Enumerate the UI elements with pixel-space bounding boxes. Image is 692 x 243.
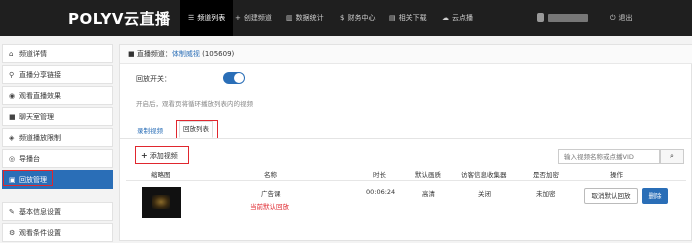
channel-id: (105609) xyxy=(202,50,235,58)
table-row: 广告课 当前默认回放 00:06:24 高清 关闭 未加密 取消默认回放 删除 xyxy=(126,182,686,226)
wrench-icon: ✎ xyxy=(9,208,15,216)
nav-create-channel[interactable]: + 创建频道 xyxy=(235,0,272,36)
nav-finance[interactable]: $ 财务中心 xyxy=(340,0,375,36)
nav-channel-list[interactable]: ☰ 频道列表 xyxy=(180,0,234,36)
sidebar-item-director[interactable]: ◎ 导播台 xyxy=(2,149,113,168)
video-name: 广告课 xyxy=(261,190,281,198)
bar-chart-icon: ▥ xyxy=(286,14,293,22)
cancel-default-playback-button[interactable]: 取消默认回放 xyxy=(584,188,638,204)
power-icon: ⏻ xyxy=(610,14,616,22)
sidebar-item-chatroom[interactable]: ■ 聊天室管理 xyxy=(2,107,113,126)
cloud-icon: ☁ xyxy=(442,14,449,22)
sidebar-item-watch-effect[interactable]: ◉ 观看直播效果 xyxy=(2,86,113,105)
main-panel: ■ 直播频道：体制威视 (105609) 回放开关： 开启后，观看页将循环播放列… xyxy=(119,44,692,241)
link-icon: ⚲ xyxy=(9,71,15,79)
sidebar-item-watch-conditions[interactable]: ⚙ 观看条件设置 xyxy=(2,223,113,242)
user-name-redacted[interactable] xyxy=(548,14,588,22)
nav-downloads[interactable]: ▤ 相关下载 xyxy=(389,0,427,36)
default-playback-tag: 当前默认回放 xyxy=(250,203,289,211)
sidebar-item-play-limit[interactable]: ◈ 频道播放限制 xyxy=(2,128,113,147)
add-video-button[interactable]: + 添加视频 xyxy=(141,151,178,161)
tab-divider xyxy=(120,138,692,139)
video-duration: 00:06:24 xyxy=(366,188,396,196)
search-input[interactable] xyxy=(558,149,660,164)
video-icon: ■ xyxy=(128,50,135,58)
broadcast-icon: ◎ xyxy=(9,155,16,163)
playback-toggle[interactable] xyxy=(223,72,245,84)
encryption-status: 未加密 xyxy=(536,190,556,198)
table-header: 缩略图 名称 时长 默认画质 访客信息收集器 是否加密 操作 xyxy=(126,166,686,181)
col-name: 名称 xyxy=(264,171,277,179)
sidebar-item-playback[interactable]: ▣ 回放管理 xyxy=(2,170,113,189)
video-thumbnail[interactable] xyxy=(142,187,181,218)
sidebar-item-share-link[interactable]: ⚲ 直播分享链接 xyxy=(2,65,113,84)
playback-toggle-label: 回放开关： xyxy=(136,75,171,83)
col-encrypted: 是否加密 xyxy=(533,171,559,179)
breadcrumb: ■ 直播频道：体制威视 (105609) xyxy=(120,45,692,64)
logout-button[interactable]: ⏻ 退出 xyxy=(610,0,633,36)
dollar-icon: $ xyxy=(340,14,345,22)
video-quality: 高清 xyxy=(422,190,435,198)
download-icon: ▤ xyxy=(389,14,396,22)
home-icon: ⌂ xyxy=(9,50,14,58)
search-icon: ⌕ xyxy=(670,152,674,160)
brand-logo[interactable]: POLYV云直播 xyxy=(68,8,170,29)
toggle-knob xyxy=(234,73,244,83)
list-icon: ☰ xyxy=(188,14,195,22)
nav-cloud-vod[interactable]: ☁ 云点播 xyxy=(442,0,473,36)
delete-button[interactable]: 删除 xyxy=(642,188,668,204)
col-collector: 访客信息收集器 xyxy=(461,171,507,179)
sidebar-item-channel-detail[interactable]: ⌂ 频道详情 xyxy=(2,44,113,63)
col-thumbnail: 缩略图 xyxy=(151,171,171,179)
top-navbar: POLYV云直播 ☰ 频道列表 + 创建频道 ▥ 数据统计 $ 财务中心 ▤ 相关下载 ☁… xyxy=(0,0,692,36)
film-icon: ▣ xyxy=(9,176,16,184)
plus-icon: + xyxy=(141,151,148,160)
plus-icon: + xyxy=(235,14,241,22)
collector-status: 关闭 xyxy=(478,190,491,198)
search-button[interactable]: ⌕ xyxy=(660,149,684,164)
tab-playback-list[interactable]: 回放列表 xyxy=(179,121,213,138)
user-icon[interactable] xyxy=(537,13,544,22)
playback-hint: 开启后，观看页将循环播放列表内的视频 xyxy=(136,100,253,108)
col-quality: 默认画质 xyxy=(415,171,441,179)
sidebar: ⌂ 频道详情 ⚲ 直播分享链接 ◉ 观看直播效果 ■ 聊天室管理 ◈ 频道播放限制 ◎ 导播… xyxy=(2,44,113,242)
tab-recorded-videos[interactable]: 录制视频 xyxy=(137,125,163,135)
sidebar-item-basic-settings[interactable]: ✎ 基本信息设置 xyxy=(2,202,113,221)
eye-icon: ◉ xyxy=(9,92,16,100)
col-actions: 操作 xyxy=(610,171,623,179)
col-duration: 时长 xyxy=(373,171,386,179)
lock-icon: ◈ xyxy=(9,134,15,142)
nav-statistics[interactable]: ▥ 数据统计 xyxy=(286,0,324,36)
chat-icon: ■ xyxy=(9,113,16,121)
settings-icon: ⚙ xyxy=(9,229,16,237)
channel-name-link[interactable]: 体制威视 xyxy=(172,50,200,58)
